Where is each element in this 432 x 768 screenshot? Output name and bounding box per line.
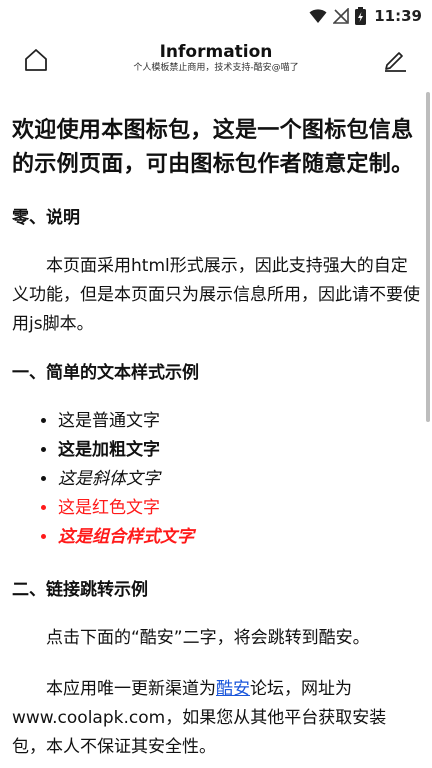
- list-item-normal: 这是普通文字: [58, 407, 420, 436]
- list-item-red: 这是红色文字: [58, 494, 420, 523]
- section-1-title: 一、简单的文本样式示例: [12, 363, 199, 383]
- section-2-paragraph-1: 点击下面的“酷安”二字，将会跳转到酷安。: [46, 628, 370, 648]
- section-2-paragraph-2: 本应用唯一更新渠道为酷安论坛，网址为www.coolapk.com，如果您从其他…: [12, 675, 420, 762]
- list-item-italic: 这是斜体文字: [58, 465, 420, 494]
- main-heading: 欢迎使用本图标包，这是一个图标包信息的示例页面，可由图标包作者随意定制。: [12, 118, 414, 177]
- list-item-combo: 这是组合样式文字: [58, 523, 420, 552]
- status-time: 11:39: [374, 7, 422, 25]
- title-block: Information 个人模板禁止商用，技术支持-酷安@喵了: [90, 42, 342, 74]
- wifi-icon: [309, 8, 327, 24]
- battery-icon: [355, 7, 367, 25]
- app-bar: Information 个人模板禁止商用，技术支持-酷安@喵了: [0, 32, 432, 86]
- info-content: 欢迎使用本图标包，这是一个图标包信息的示例页面，可由图标包作者随意定制。 零、说…: [0, 86, 432, 768]
- p2-before-text: 本应用唯一更新渠道为: [46, 679, 216, 699]
- style-example-list: 这是普通文字 这是加粗文字 这是斜体文字 这是红色文字 这是组合样式文字: [12, 407, 420, 552]
- page-title: Information: [159, 42, 273, 62]
- status-bar: 11:39: [0, 0, 432, 32]
- page-subtitle: 个人模板禁止商用，技术支持-酷安@喵了: [133, 63, 299, 73]
- section-0-paragraph: 本页面采用html形式展示，因此支持强大的自定义功能，但是本页面只为展示信息所用…: [12, 256, 420, 334]
- list-item-bold: 这是加粗文字: [58, 436, 420, 465]
- home-outline-icon: [25, 49, 47, 71]
- section-2-title: 二、链接跳转示例: [12, 580, 148, 600]
- home-button[interactable]: [22, 46, 50, 74]
- pencil-icon: [385, 52, 406, 72]
- section-0-title: 零、说明: [12, 208, 80, 228]
- edit-button[interactable]: [382, 46, 408, 72]
- no-signal-icon: [333, 8, 350, 24]
- coolapk-link[interactable]: 酷安: [216, 679, 250, 699]
